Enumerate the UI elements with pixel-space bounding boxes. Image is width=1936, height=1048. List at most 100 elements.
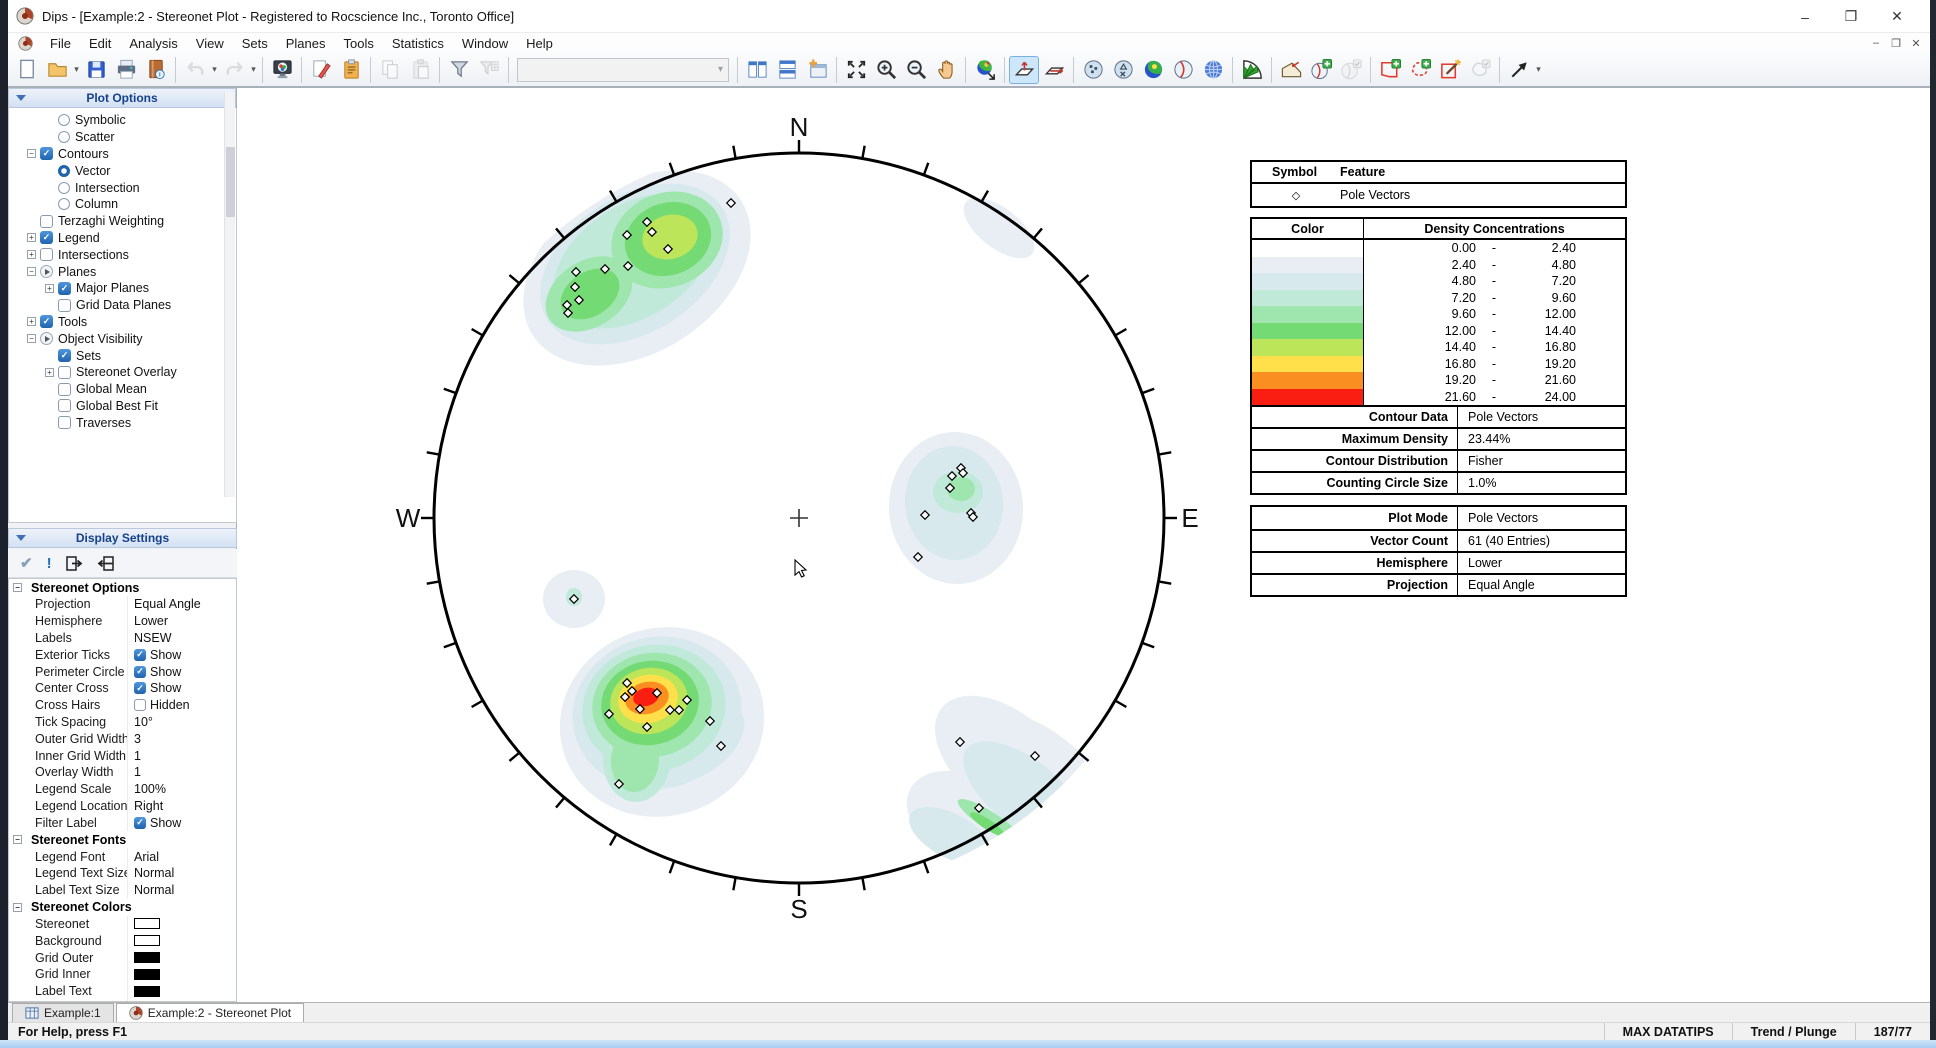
property-value[interactable]: Normal	[127, 881, 236, 899]
property-overlay-width[interactable]: Overlay Width 1	[9, 763, 236, 781]
tree-item-stereonet-overlay[interactable]: + Stereonet Overlay	[9, 364, 236, 381]
tree-item-sets[interactable]: ✓ Sets	[9, 347, 236, 364]
checkbox-checked-icon[interactable]: ✓	[134, 648, 146, 661]
color-swatch[interactable]	[134, 952, 160, 964]
edit-document-button[interactable]	[306, 56, 336, 84]
color-swatch[interactable]	[134, 968, 160, 980]
checkbox-checked-icon[interactable]: ✓	[58, 281, 71, 295]
tree-item-intersection[interactable]: Intersection	[9, 179, 236, 196]
radio-icon[interactable]	[58, 198, 70, 211]
tile-vertical-button[interactable]	[742, 56, 772, 84]
open-folder-button[interactable]	[42, 56, 72, 84]
tree-scrollbar[interactable]	[224, 92, 235, 497]
tab-example-2-stereonet-plot[interactable]: Example:2 - Stereonet Plot	[115, 1003, 305, 1022]
checkbox-unchecked-icon[interactable]	[40, 214, 53, 228]
checkbox-unchecked-icon[interactable]	[40, 248, 53, 262]
property-label-text[interactable]: Label Text	[9, 982, 236, 1000]
property-legend-text-size[interactable]: Legend Text Size Normal	[9, 864, 236, 882]
property-value[interactable]: ✓ Show	[127, 814, 236, 832]
property-value[interactable]	[127, 949, 236, 966]
section-expander-icon[interactable]: −	[13, 583, 22, 592]
stereonet-canvas[interactable]: N S W E	[237, 88, 1929, 1002]
property-perimeter-circle[interactable]: Perimeter Circle ✓ Show	[9, 663, 236, 680]
section-stereonet-options[interactable]: − Stereonet Options	[9, 579, 236, 596]
tree-item-grid-data-planes[interactable]: Grid Data Planes	[9, 297, 236, 314]
property-grid-outer[interactable]: Grid Outer	[9, 949, 236, 966]
radio-icon[interactable]	[58, 114, 70, 127]
property-value[interactable]	[127, 932, 236, 950]
property-stereonet[interactable]: Stereonet	[9, 915, 236, 933]
zoom-out-button[interactable]	[901, 56, 931, 84]
overlay-grid-button[interactable]	[1198, 56, 1228, 84]
checkbox-unchecked-icon[interactable]	[58, 416, 71, 430]
display-settings-button[interactable]	[267, 56, 297, 84]
tree-item-object-visibility[interactable]: − Object Visibility	[9, 330, 236, 347]
tree-expander-icon[interactable]: +	[27, 317, 36, 327]
property-hemisphere[interactable]: Hemisphere Lower	[9, 612, 236, 630]
tree-item-global-best-fit[interactable]: Global Best Fit	[9, 398, 236, 415]
radio-checked-icon[interactable]	[58, 164, 70, 177]
section-expander-icon[interactable]: −	[13, 902, 22, 912]
property-value[interactable]	[127, 965, 236, 983]
property-filter-label[interactable]: Filter Label ✓ Show	[9, 814, 236, 832]
property-center-cross[interactable]: Center Cross ✓ Show	[9, 679, 236, 697]
menu-window[interactable]: Window	[453, 34, 517, 53]
auto-create-sets-button[interactable]	[1435, 56, 1465, 84]
apply-check-icon[interactable]: ✔	[20, 554, 33, 572]
lineation-tool-button[interactable]	[1039, 56, 1069, 84]
print-button[interactable]	[111, 56, 141, 84]
property-legend-location[interactable]: Legend Location Right	[9, 797, 236, 815]
zoom-in-button[interactable]	[871, 56, 901, 84]
add-plane-button[interactable]	[1306, 56, 1336, 84]
tree-scrollbar-thumb[interactable]	[226, 147, 235, 217]
mdi-minimize-button[interactable]: –	[1866, 37, 1886, 49]
property-exterior-ticks[interactable]: Exterior Ticks ✓ Show	[9, 646, 236, 664]
stereonet-plot-view[interactable]: N S W E Symbol Feature ◇ Pole Vectors Color	[237, 88, 1930, 1002]
property-labels[interactable]: Labels NSEW	[9, 629, 236, 647]
checkbox-checked-icon[interactable]: ✓	[134, 665, 146, 678]
pan-button[interactable]	[931, 56, 961, 84]
edit-clipboard-button[interactable]	[336, 56, 366, 84]
menu-statistics[interactable]: Statistics	[383, 34, 453, 53]
property-label-text-size[interactable]: Label Text Size Normal	[9, 881, 236, 899]
plane-tool-button[interactable]	[1009, 55, 1039, 84]
property-legend-font[interactable]: Legend Font Arial	[9, 848, 236, 865]
color-swatch[interactable]	[134, 935, 160, 947]
save-button[interactable]	[81, 56, 111, 84]
checkbox-unchecked-icon[interactable]	[58, 298, 71, 312]
tree-item-global-mean[interactable]: Global Mean	[9, 381, 236, 398]
tree-expander-icon[interactable]: −	[27, 149, 36, 159]
plot-options-header[interactable]: Plot Options	[8, 88, 236, 108]
tree-item-tools[interactable]: + ✓ Tools	[9, 314, 236, 331]
maximize-button[interactable]: ❐	[1828, 0, 1874, 33]
property-value[interactable]: Lower	[127, 612, 236, 630]
tile-horizontal-button[interactable]	[772, 56, 802, 84]
new-file-button[interactable]	[12, 56, 42, 84]
property-value[interactable]: ✓ Show	[127, 663, 236, 680]
menu-edit[interactable]: Edit	[80, 34, 120, 53]
close-button[interactable]: ✕	[1874, 0, 1920, 33]
add-set-window-button[interactable]	[1375, 56, 1405, 84]
pole-plot-button[interactable]	[1078, 56, 1108, 84]
menu-analysis[interactable]: Analysis	[120, 34, 186, 53]
property-value[interactable]	[127, 982, 236, 1000]
tree-expander-icon[interactable]: +	[27, 250, 36, 260]
menu-file[interactable]: File	[41, 34, 80, 53]
radio-icon[interactable]	[58, 131, 70, 144]
tab-example-1[interactable]: Example:1	[12, 1003, 114, 1022]
property-inner-grid-width[interactable]: Inner Grid Width 1	[9, 747, 236, 764]
menu-sets[interactable]: Sets	[233, 34, 277, 53]
property-value[interactable]: 10°	[127, 713, 236, 731]
contour-plot-button[interactable]	[1138, 56, 1168, 84]
zoom-extents-button[interactable]	[841, 56, 871, 84]
tree-item-scatter[interactable]: Scatter	[9, 129, 236, 146]
checkbox-checked-icon[interactable]: ✓	[40, 147, 53, 161]
checkbox-unchecked-icon[interactable]	[58, 399, 71, 413]
tree-item-contours[interactable]: − ✓ Contours	[9, 146, 236, 163]
play-arrow-icon[interactable]	[40, 265, 53, 279]
project-summary-button[interactable]: i	[141, 56, 171, 84]
tree-item-vector[interactable]: Vector	[9, 162, 236, 179]
add-set-freehand-button[interactable]	[1405, 56, 1435, 84]
dropdown-arrow-icon[interactable]: ▾	[210, 64, 219, 75]
mdi-close-button[interactable]: ✕	[1906, 37, 1926, 50]
